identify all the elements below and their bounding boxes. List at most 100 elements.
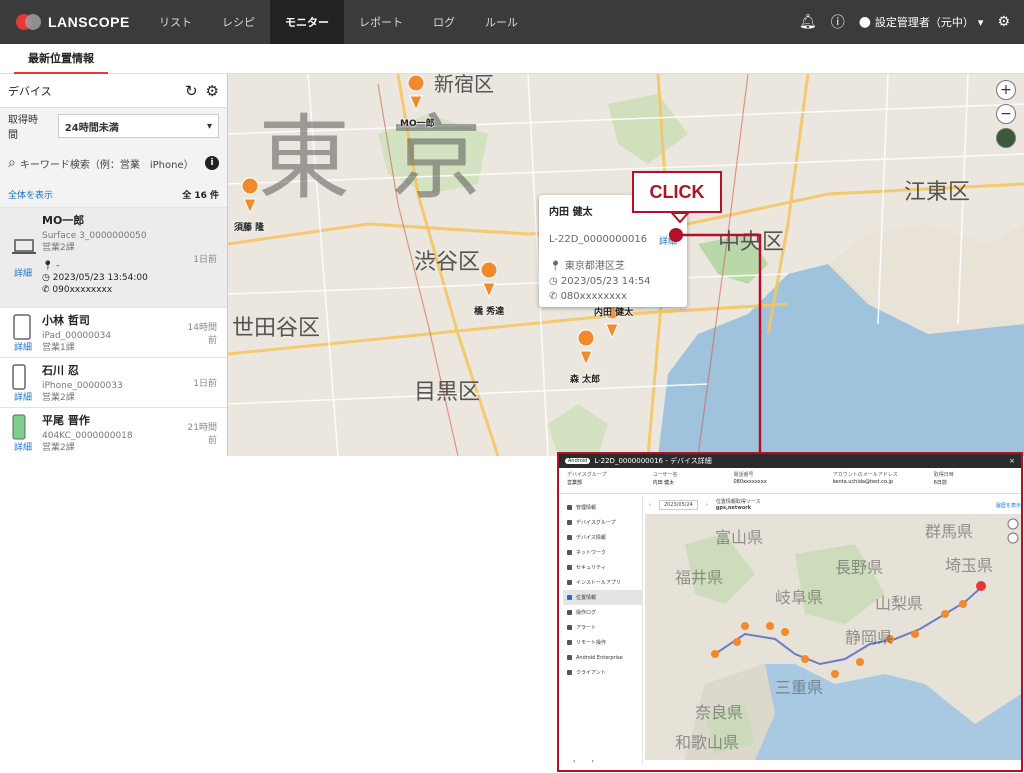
menu-item[interactable]: Android Enterprise	[563, 650, 642, 665]
os-badge: Android	[565, 458, 591, 464]
menu-item[interactable]: インストールアプリ	[563, 575, 642, 590]
topbar-actions: 🔔︎ ⓘ ● 設定管理者（元中） ▾ ⚙	[799, 0, 1010, 44]
history-link[interactable]: 履歴を表示	[996, 502, 1021, 509]
info-acquired: 取得日時 6日前	[933, 472, 954, 486]
page-prev-icon[interactable]: ‹	[573, 758, 575, 765]
device-item-ishikawa[interactable]: 詳細 石川 忍 iPhone_00000033 営業2課 1日前	[0, 357, 227, 407]
menu-item[interactable]: デバイスグループ	[563, 515, 642, 530]
zoom-out-button[interactable]: −	[996, 104, 1016, 124]
info-email: アカウントのメールアドレス kenta.uchida@test.co.jp	[832, 472, 898, 485]
clock-icon: ◷	[42, 273, 53, 283]
time-filter-value: 24時間未満	[64, 122, 119, 134]
pin-label-hashi: 橋 秀達	[474, 307, 505, 317]
prefecture-label: 福井県	[675, 568, 724, 587]
search-input[interactable]: キーワード検索（例：営業 iPhone）	[20, 156, 205, 171]
pin-label-sudo: 須藤 隆	[234, 223, 265, 233]
bell-icon[interactable]: 🔔︎	[799, 14, 817, 30]
device-location: -	[56, 261, 60, 271]
inset-toolbar: ‹ 2023/05/24 › 位置情報取得ソース gps,network 履歴を表…	[645, 496, 1021, 514]
popup-detail-link[interactable]: 詳細	[659, 234, 677, 247]
device-item-kobayashi[interactable]: 詳細 小林 哲司 iPad_00000034 営業1課 14時間前	[0, 307, 227, 357]
page-next-icon[interactable]: ›	[591, 758, 593, 765]
nav-item-report[interactable]: レポート	[344, 0, 418, 44]
nav-item-log[interactable]: ログ	[418, 0, 470, 44]
nav-item-recipe[interactable]: レシピ	[207, 0, 270, 44]
device-meta: 📍︎ - ◷ 2023/05/23 13:54:00 ✆ 090xxxxxxxx	[42, 260, 219, 296]
menu-item[interactable]: 操作ログ	[563, 605, 642, 620]
inset-menu: 管理情報 デバイスグループ デバイス情報 ネットワーク セキュリティ インストー…	[563, 496, 643, 764]
gear-icon[interactable]: ⚙	[997, 14, 1010, 30]
search-icon: ⌕	[8, 155, 16, 171]
location-pin-icon: 📍︎	[42, 261, 57, 271]
menu-item[interactable]: クライアント	[563, 665, 642, 680]
popup-device-id: L-22D_0000000016	[549, 234, 648, 245]
phone-icon: ✆	[549, 291, 561, 302]
device-time: 2023/05/23 13:54:00	[52, 273, 148, 283]
menu-item[interactable]: アラート	[563, 620, 642, 635]
device-group: 営業2課	[42, 393, 75, 403]
device-detail-link[interactable]: 詳細	[14, 390, 32, 403]
menu-item[interactable]: デバイス情報	[563, 530, 642, 545]
sidebar-header: デバイス ↻ ⚙	[0, 74, 227, 108]
nav-item-rule[interactable]: ルール	[470, 0, 533, 44]
device-detail-inset: Android L-22D_0000000016 - デバイス詳細 × デバイス…	[557, 452, 1023, 772]
pin-label-mo-ichiro: MO一郎	[400, 119, 435, 129]
settings-gear-icon[interactable]: ⚙	[206, 82, 219, 100]
device-detail-link[interactable]: 詳細	[14, 340, 32, 353]
zoom-in-button[interactable]: +	[996, 80, 1016, 100]
user-menu[interactable]: ● 設定管理者（元中） ▾	[859, 14, 984, 30]
list-header: 全体を表示 全 16 件	[0, 182, 227, 207]
map-layer-button[interactable]	[996, 128, 1016, 148]
time-filter-select[interactable]: 24時間未満 ▾	[57, 114, 219, 138]
popup-device-row: L-22D_0000000016 詳細	[549, 234, 677, 247]
device-model: Surface 3_0000000050	[42, 231, 147, 241]
device-detail-link[interactable]: 詳細	[14, 440, 32, 453]
menu-item[interactable]: セキュリティ	[563, 560, 642, 575]
popup-meta: 📍︎ 東京都港区芝 ◷ 2023/05/23 14:54 ✆ 080xxxxxx…	[549, 259, 677, 304]
refresh-icon[interactable]: ↻	[185, 82, 198, 100]
popup-phone: 080xxxxxxxx	[560, 291, 627, 302]
info-icon[interactable]: i	[205, 156, 219, 170]
laptop-icon	[12, 239, 36, 254]
user-icon: ●	[858, 14, 871, 30]
menu-item-location[interactable]: 位置情報	[563, 590, 642, 605]
chevron-down-icon: ▾	[977, 15, 984, 29]
prefecture-label: 静岡県	[845, 628, 894, 647]
time-filter-row: 取得時間 24時間未満 ▾	[0, 108, 227, 144]
nav-item-monitor[interactable]: モニター	[270, 0, 344, 44]
tab-latest-location[interactable]: 最新位置情報	[14, 44, 108, 74]
pin-mori	[577, 329, 595, 367]
info-phone: 電話番号 080xxxxxxxx	[733, 472, 767, 485]
prefecture-label: 山梨県	[875, 594, 924, 613]
prefecture-label: 奈良県	[695, 703, 744, 722]
keyword-search[interactable]: ⌕ キーワード検索（例：営業 iPhone） i	[8, 148, 219, 178]
show-all-link[interactable]: 全体を表示	[8, 188, 53, 201]
prefecture-label: 群馬県	[925, 522, 974, 541]
date-select[interactable]: 2023/05/24	[659, 500, 698, 510]
device-last-seen: 1日前	[193, 379, 217, 389]
device-sidebar: デバイス ↻ ⚙ 取得時間 24時間未満 ▾ ⌕ キーワード検索（例：営業 iP…	[0, 74, 228, 456]
prefecture-label: 長野県	[835, 558, 884, 577]
dropdown-arrow-icon: ▾	[206, 120, 212, 132]
device-item-mo-ichiro[interactable]: 詳細 MO一郎 Surface 3_0000000050 営業2課 1日前 📍︎…	[0, 207, 227, 307]
tablet-icon	[13, 314, 31, 340]
menu-item[interactable]: ネットワーク	[563, 545, 642, 560]
nav-item-list[interactable]: リスト	[144, 0, 207, 44]
menu-item[interactable]: 管理情報	[563, 500, 642, 515]
menu-item[interactable]: リモート操作	[563, 635, 642, 650]
device-user-name: MO一郎	[42, 214, 85, 227]
next-date-icon[interactable]: ›	[706, 502, 708, 508]
lanscope-logo[interactable]: LANSCOPE	[16, 14, 136, 30]
logo-text: LANSCOPE	[48, 14, 130, 30]
device-phone: 090xxxxxxxx	[52, 285, 113, 295]
help-icon[interactable]: ⓘ	[831, 12, 845, 32]
prev-date-icon[interactable]: ‹	[649, 502, 651, 508]
close-icon[interactable]: ×	[1009, 457, 1015, 465]
inset-title-bar: Android L-22D_0000000016 - デバイス詳細 ×	[559, 454, 1021, 468]
device-detail-link[interactable]: 詳細	[14, 266, 32, 279]
inset-route-map[interactable]: 富山県 群馬県 福井県 長野県 埼玉県 岐阜県 山梨県 静岡県 三重県 奈良県 …	[645, 514, 1021, 760]
phone-icon: ✆	[42, 285, 53, 295]
inset-map-background	[645, 514, 1021, 760]
device-item-hirao[interactable]: 詳細 平尾 晋作 404KC_0000000018 営業2課 21時間前	[0, 407, 227, 456]
device-last-seen: 21時間前	[187, 423, 217, 446]
